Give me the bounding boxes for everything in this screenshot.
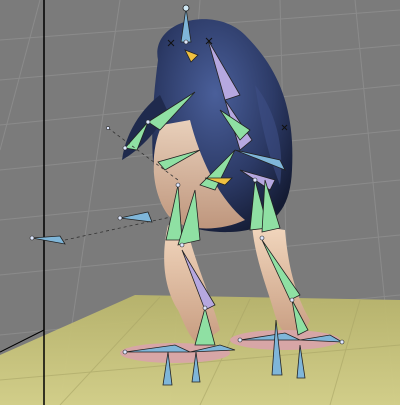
bone-ik-target-r[interactable] — [119, 211, 153, 223]
bone-ik-target-l[interactable] — [31, 235, 66, 245]
3d-viewport[interactable] — [0, 0, 400, 405]
viewport-canvas[interactable] — [0, 0, 400, 405]
